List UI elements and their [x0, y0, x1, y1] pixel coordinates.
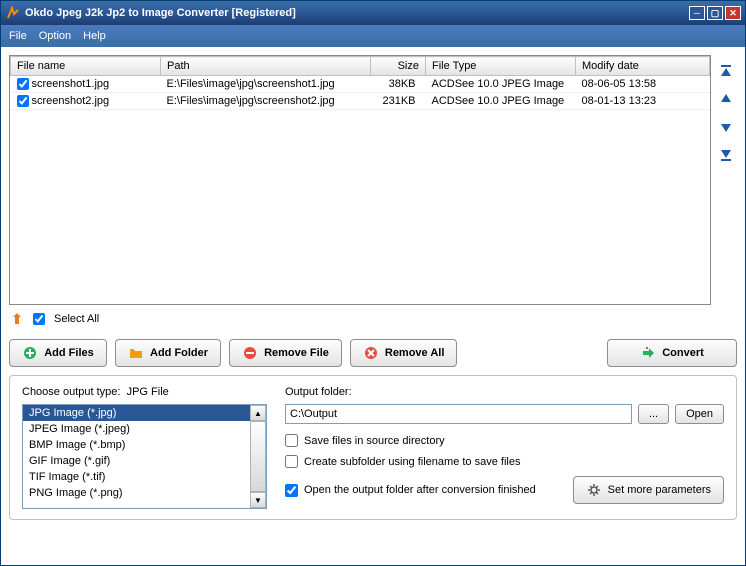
- type-option[interactable]: JPEG Image (*.jpeg): [23, 421, 250, 437]
- move-bottom-icon[interactable]: [718, 147, 734, 163]
- action-button-row: Add Files Add Folder Remove File Remove …: [9, 339, 737, 367]
- output-type-list[interactable]: JPG Image (*.jpg) JPEG Image (*.jpeg) BM…: [22, 404, 267, 509]
- select-all-row: Select All: [9, 305, 737, 333]
- title-bar: Okdo Jpeg J2k Jp2 to Image Converter [Re…: [1, 1, 745, 25]
- remove-file-button[interactable]: Remove File: [229, 339, 342, 367]
- create-subfolder-label: Create subfolder using filename to save …: [304, 456, 520, 468]
- open-folder-button[interactable]: Open: [675, 404, 724, 424]
- cell-modify: 08-06-05 13:58: [576, 76, 710, 93]
- output-folder-label: Output folder:: [285, 386, 724, 398]
- add-folder-button[interactable]: Add Folder: [115, 339, 221, 367]
- cell-name: screenshot1.jpg: [32, 78, 110, 90]
- app-logo-icon: [5, 5, 21, 21]
- type-option[interactable]: GIF Image (*.gif): [23, 453, 250, 469]
- menu-bar: File Option Help: [1, 25, 745, 47]
- gear-icon: [586, 482, 602, 498]
- minimize-button[interactable]: ─: [689, 6, 705, 20]
- file-list-panel: File name Path Size File Type Modify dat…: [9, 55, 711, 305]
- output-folder-column: Output folder: ... Open Save files in so…: [285, 386, 724, 509]
- save-source-label: Save files in source directory: [304, 435, 445, 447]
- output-type-label: Choose output type: JPG File: [22, 386, 267, 398]
- scroll-up-icon[interactable]: ▲: [250, 405, 266, 421]
- app-window: Okdo Jpeg J2k Jp2 to Image Converter [Re…: [0, 0, 746, 566]
- select-all-checkbox[interactable]: [33, 313, 45, 325]
- open-after-label: Open the output folder after conversion …: [304, 484, 536, 496]
- row-checkbox[interactable]: [17, 78, 29, 90]
- cell-size: 231KB: [371, 93, 426, 110]
- scroll-thumb[interactable]: [250, 421, 266, 492]
- set-more-parameters-button[interactable]: Set more parameters: [573, 476, 724, 504]
- add-icon: [22, 345, 38, 361]
- output-folder-input[interactable]: [285, 404, 632, 424]
- cell-path: E:\Files\image\jpg\screenshot1.jpg: [161, 76, 371, 93]
- output-type-column: Choose output type: JPG File JPG Image (…: [22, 386, 267, 509]
- remove-all-button[interactable]: Remove All: [350, 339, 458, 367]
- type-option[interactable]: TIF Image (*.tif): [23, 469, 250, 485]
- settings-panel: Choose output type: JPG File JPG Image (…: [9, 375, 737, 520]
- remove-icon: [242, 345, 258, 361]
- cell-name: screenshot2.jpg: [32, 95, 110, 107]
- col-filetype[interactable]: File Type: [426, 57, 576, 76]
- menu-file[interactable]: File: [9, 30, 27, 42]
- window-title: Okdo Jpeg J2k Jp2 to Image Converter [Re…: [25, 7, 689, 19]
- cell-size: 38KB: [371, 76, 426, 93]
- file-list[interactable]: File name Path Size File Type Modify dat…: [10, 56, 710, 304]
- move-up-icon[interactable]: [718, 91, 734, 107]
- up-folder-icon[interactable]: [11, 311, 27, 327]
- open-after-checkbox[interactable]: [285, 484, 298, 497]
- create-subfolder-checkbox[interactable]: [285, 455, 298, 468]
- type-option[interactable]: PNG Image (*.png): [23, 485, 250, 501]
- type-option[interactable]: BMP Image (*.bmp): [23, 437, 250, 453]
- select-all-label: Select All: [54, 313, 99, 325]
- col-filename[interactable]: File name: [11, 57, 161, 76]
- reorder-controls: [715, 55, 737, 305]
- add-files-button[interactable]: Add Files: [9, 339, 107, 367]
- table-row[interactable]: screenshot2.jpg E:\Files\image\jpg\scree…: [11, 93, 710, 110]
- content-area: File name Path Size File Type Modify dat…: [1, 47, 745, 528]
- cell-type: ACDSee 10.0 JPEG Image: [426, 93, 576, 110]
- convert-button[interactable]: Convert: [607, 339, 737, 367]
- folder-icon: [128, 345, 144, 361]
- col-size[interactable]: Size: [371, 57, 426, 76]
- cell-path: E:\Files\image\jpg\screenshot2.jpg: [161, 93, 371, 110]
- move-down-icon[interactable]: [718, 119, 734, 135]
- cell-type: ACDSee 10.0 JPEG Image: [426, 76, 576, 93]
- window-controls: ─ ▢ ✕: [689, 6, 741, 20]
- close-button[interactable]: ✕: [725, 6, 741, 20]
- browse-button[interactable]: ...: [638, 404, 669, 424]
- menu-help[interactable]: Help: [83, 30, 106, 42]
- col-modify[interactable]: Modify date: [576, 57, 710, 76]
- file-table: File name Path Size File Type Modify dat…: [10, 56, 710, 110]
- remove-all-icon: [363, 345, 379, 361]
- table-row[interactable]: screenshot1.jpg E:\Files\image\jpg\scree…: [11, 76, 710, 93]
- save-source-checkbox[interactable]: [285, 434, 298, 447]
- move-top-icon[interactable]: [718, 63, 734, 79]
- maximize-button[interactable]: ▢: [707, 6, 723, 20]
- cell-modify: 08-01-13 13:23: [576, 93, 710, 110]
- scrollbar[interactable]: ▲ ▼: [250, 405, 266, 508]
- col-path[interactable]: Path: [161, 57, 371, 76]
- output-folder-row: ... Open: [285, 404, 724, 424]
- menu-option[interactable]: Option: [39, 30, 71, 42]
- scroll-down-icon[interactable]: ▼: [250, 492, 266, 508]
- row-checkbox[interactable]: [17, 95, 29, 107]
- convert-icon: [640, 345, 656, 361]
- type-option[interactable]: JPG Image (*.jpg): [23, 405, 250, 421]
